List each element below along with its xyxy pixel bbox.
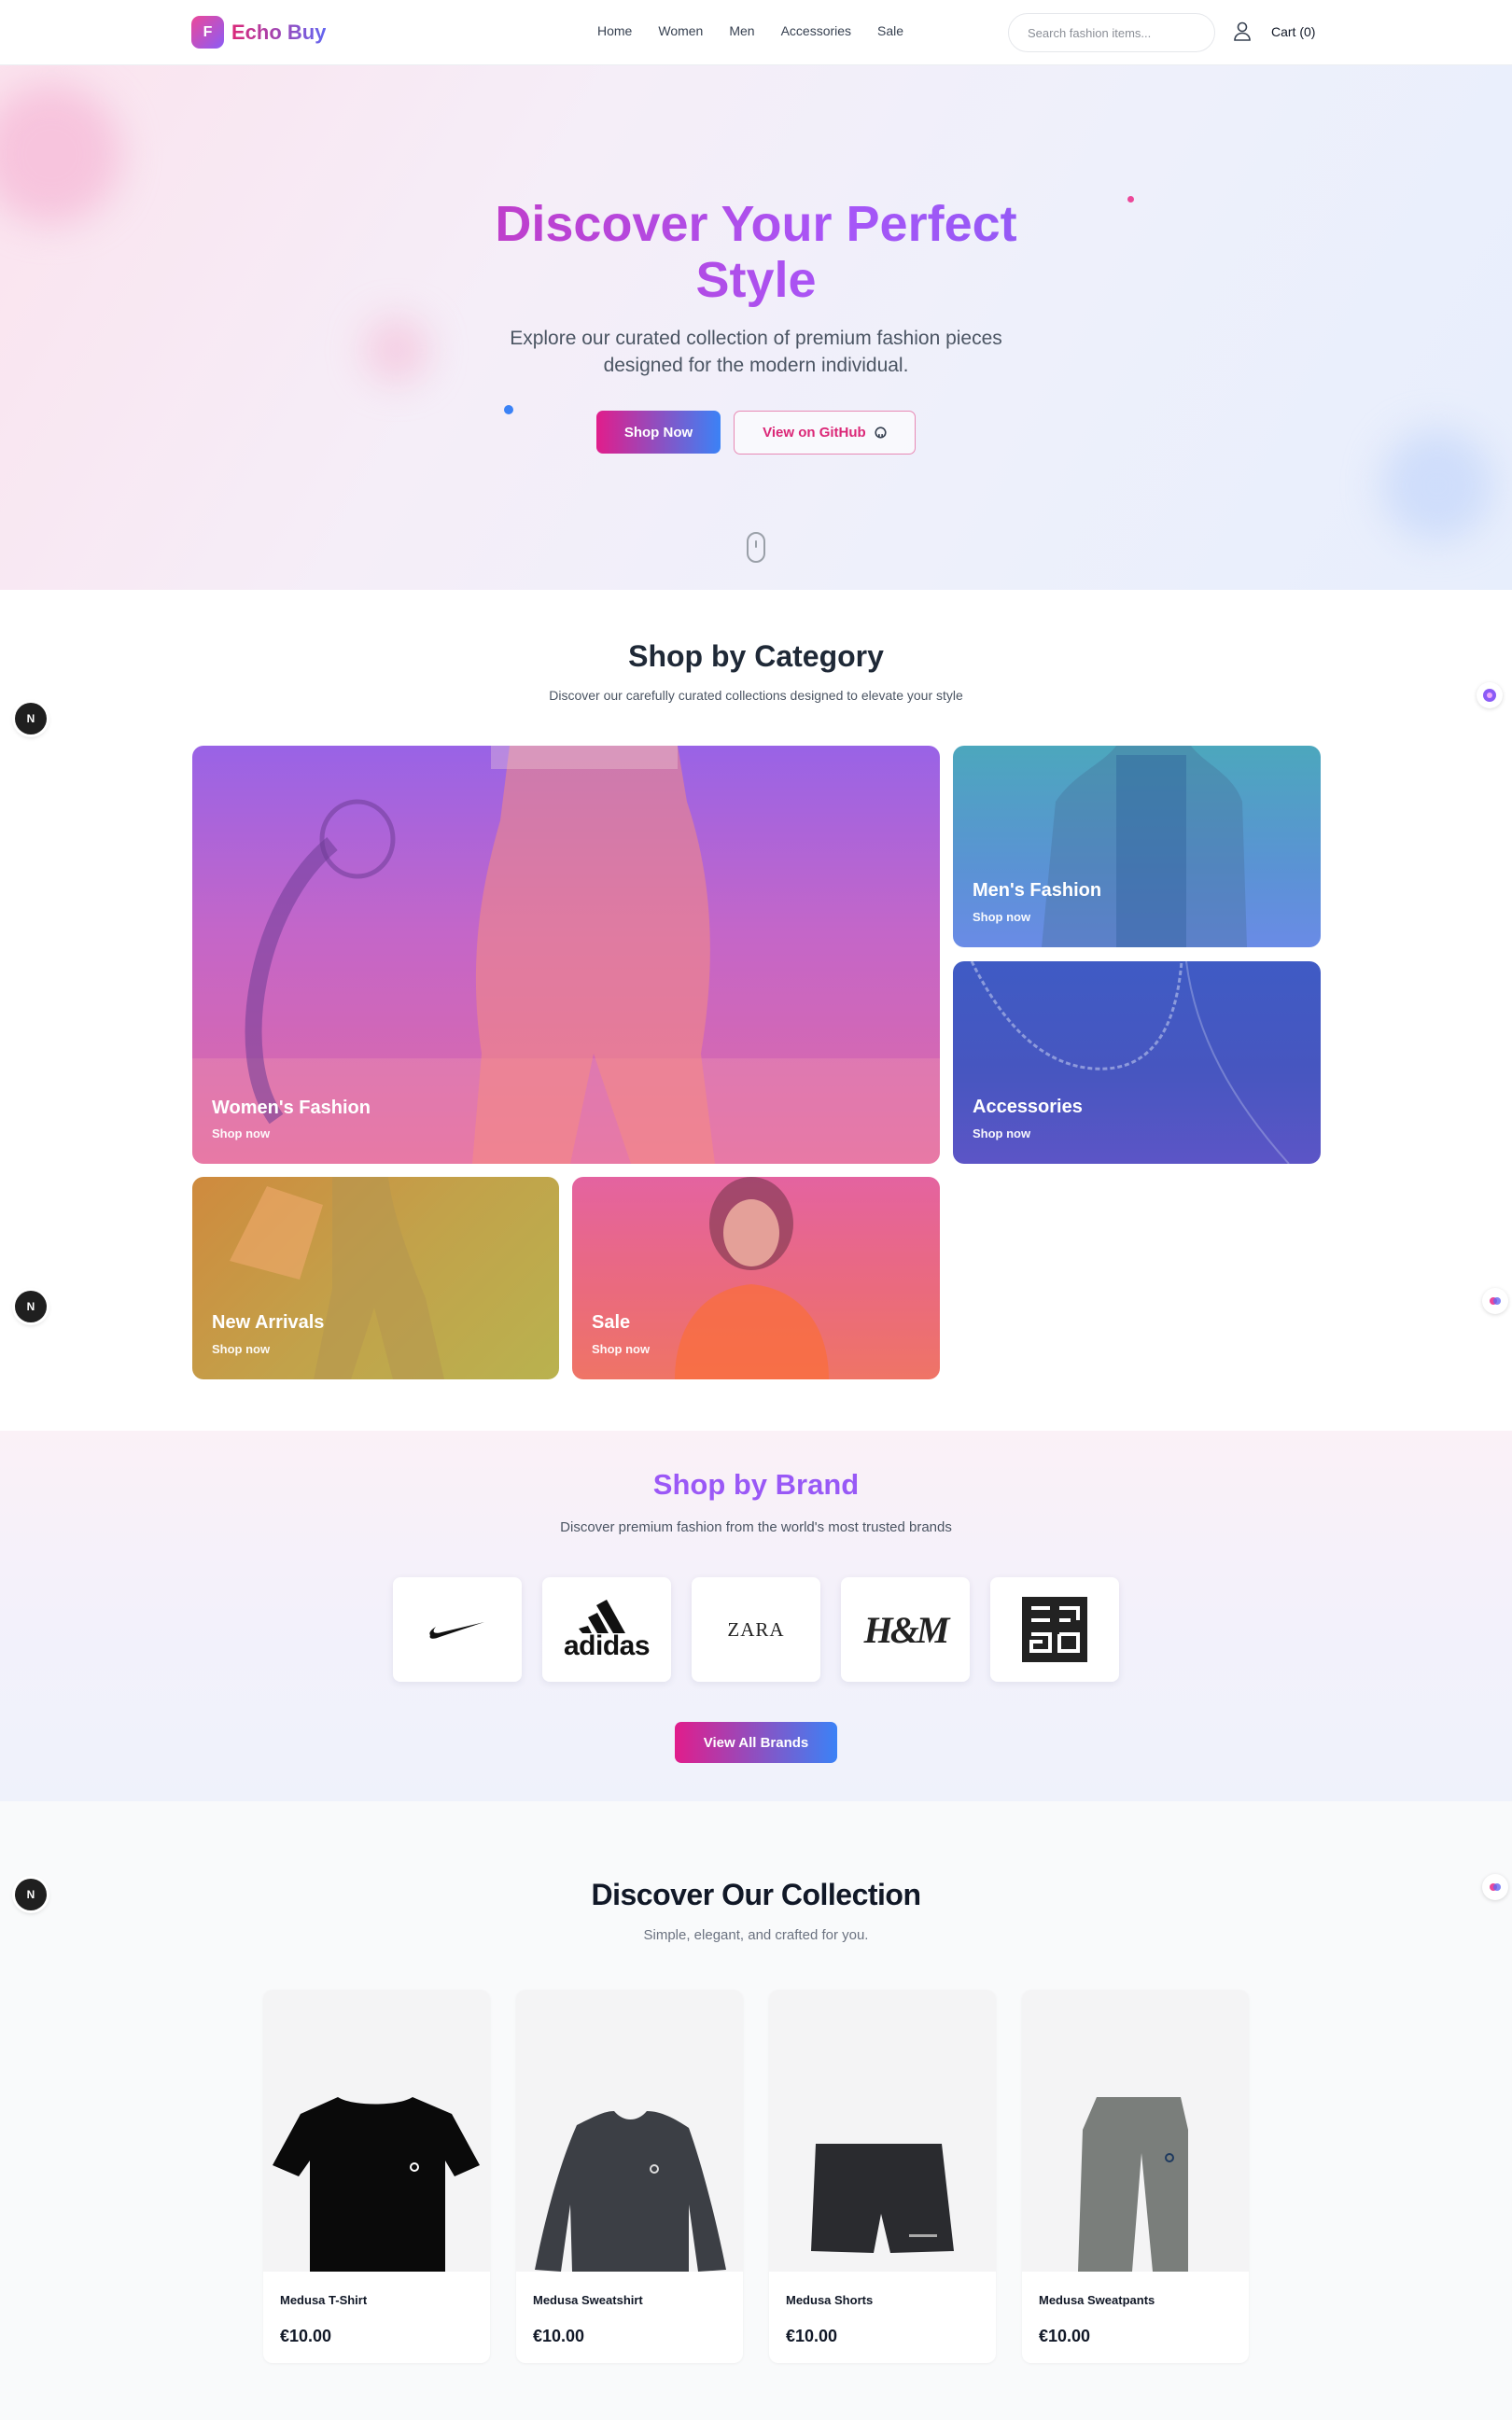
hero-decor-dot: [504, 405, 513, 414]
dev-tools-badge-icon[interactable]: N: [15, 1291, 47, 1322]
product-card-sweatpants[interactable]: Medusa Sweatpants €10.00: [1022, 1990, 1249, 2363]
product-price: €10.00: [786, 2327, 838, 2345]
brand-tile-nike[interactable]: [393, 1577, 522, 1682]
product-image: [1022, 1990, 1249, 2272]
brand-section-title: Shop by Brand: [0, 1468, 1512, 1502]
github-icon: [875, 427, 887, 439]
uniqlo-logo-icon: [1022, 1597, 1087, 1662]
brand-logo-text: adidas: [563, 1630, 651, 1661]
view-all-brands-button[interactable]: View All Brands: [675, 1722, 837, 1763]
assistant-widget-icon[interactable]: [1482, 1874, 1508, 1900]
brand-section-subtitle: Discover premium fashion from the world'…: [560, 1519, 952, 1535]
category-shop-now-link[interactable]: Shop now: [973, 910, 1030, 924]
logo-mark: F: [191, 16, 224, 49]
collection-title: Discover Our Collection: [591, 1878, 921, 1911]
logo[interactable]: F Echo Buy: [191, 16, 326, 49]
category-card-accessories[interactable]: Accessories Shop now: [953, 961, 1321, 1164]
nav-link-women[interactable]: Women: [658, 23, 703, 38]
nav-links: Home Women Men Accessories Sale: [597, 23, 903, 38]
dev-tools-badge-icon[interactable]: N: [15, 1879, 47, 1910]
category-card-new-arrivals[interactable]: New Arrivals Shop now: [192, 1177, 559, 1379]
view-on-github-button[interactable]: View on GitHub: [734, 411, 916, 455]
category-card-sale[interactable]: Sale Shop now: [572, 1177, 940, 1379]
hero-section: Discover Your Perfect Style Explore our …: [0, 65, 1512, 590]
shorts-image-icon: [811, 2144, 954, 2253]
sweatpants-image-icon: [1078, 2097, 1188, 2272]
category-shop-now-link[interactable]: Shop now: [592, 1342, 650, 1356]
scroll-indicator-icon[interactable]: [747, 532, 765, 563]
logo-text: Echo Buy: [231, 20, 327, 44]
assistant-widget-icon[interactable]: [1477, 682, 1503, 708]
dev-tools-badge-icon[interactable]: N: [15, 703, 47, 734]
category-shop-now-link[interactable]: Shop now: [973, 1126, 1030, 1140]
product-price: €10.00: [533, 2327, 585, 2345]
category-shop-now-link[interactable]: Shop now: [212, 1126, 270, 1140]
nav-link-men[interactable]: Men: [729, 23, 754, 38]
hero-decor-blob: [1381, 429, 1493, 541]
hero-title-line: Discover Your Perfect: [495, 196, 1017, 252]
github-button-label: View on GitHub: [763, 425, 866, 441]
category-shop-now-link[interactable]: Shop now: [212, 1342, 270, 1356]
search-input[interactable]: [1008, 13, 1215, 52]
brand-logo-text: ZARA: [727, 1617, 785, 1641]
cart-button[interactable]: Cart (0): [1271, 24, 1315, 39]
product-name: Medusa Sweatpants: [1039, 2293, 1155, 2307]
product-price: €10.00: [280, 2327, 332, 2345]
tshirt-image-icon: [273, 2097, 480, 2272]
product-image: [516, 1990, 743, 2272]
collection-subtitle: Simple, elegant, and crafted for you.: [643, 1927, 869, 1943]
category-section-subtitle: Discover our carefully curated collectio…: [549, 688, 963, 703]
top-navbar: F Echo Buy Home Women Men Accessories Sa…: [0, 0, 1512, 65]
product-name: Medusa T-Shirt: [280, 2293, 368, 2307]
nav-link-home[interactable]: Home: [597, 23, 632, 38]
category-section-title: Shop by Category: [628, 639, 884, 673]
nike-logo-icon: [429, 1622, 484, 1639]
category-title: Men's Fashion: [973, 880, 1102, 901]
nav-link-accessories[interactable]: Accessories: [781, 23, 851, 38]
assistant-widget-icon[interactable]: [1482, 1288, 1508, 1314]
hero-title-line: Style: [695, 252, 817, 308]
shop-now-button[interactable]: Shop Now: [596, 411, 721, 454]
category-card-mens-fashion[interactable]: Men's Fashion Shop now: [953, 746, 1321, 947]
product-price: €10.00: [1039, 2327, 1091, 2345]
brand-tile-adidas[interactable]: adidas: [542, 1577, 671, 1682]
user-icon[interactable]: [1232, 21, 1253, 43]
category-title: New Arrivals: [212, 1312, 325, 1333]
adidas-stripes-icon: [579, 1600, 625, 1633]
nav-link-sale[interactable]: Sale: [877, 23, 903, 38]
product-card-shorts[interactable]: Medusa Shorts €10.00: [769, 1990, 996, 2363]
product-name: Medusa Sweatshirt: [533, 2293, 643, 2307]
brand-tile-uniqlo[interactable]: [990, 1577, 1119, 1682]
hero-title: Discover Your Perfect Style: [0, 196, 1512, 308]
hero-subtitle: Explore our curated collection of premiu…: [510, 328, 1002, 376]
hero-decor-blob: [364, 317, 429, 383]
brand-tile-hm[interactable]: H&M: [841, 1577, 970, 1682]
category-title: Women's Fashion: [212, 1098, 371, 1118]
product-card-tshirt[interactable]: Medusa T-Shirt €10.00: [263, 1990, 490, 2363]
brand-logo-text: H&M: [863, 1608, 950, 1651]
product-image: [769, 1990, 996, 2272]
category-title: Accessories: [973, 1097, 1083, 1117]
product-name: Medusa Shorts: [786, 2293, 874, 2307]
category-title: Sale: [592, 1312, 631, 1333]
brand-tile-zara[interactable]: ZARA: [692, 1577, 820, 1682]
category-card-womens-fashion[interactable]: Women's Fashion Shop now: [192, 746, 940, 1164]
product-card-sweatshirt[interactable]: Medusa Sweatshirt €10.00: [516, 1990, 743, 2363]
sweatshirt-image-icon: [535, 2111, 726, 2272]
brand-section: Shop by Brand Discover premium fashion f…: [0, 1431, 1512, 1801]
collection-section: Discover Our Collection Simple, elegant,…: [0, 1801, 1512, 2420]
product-image: [263, 1990, 490, 2272]
